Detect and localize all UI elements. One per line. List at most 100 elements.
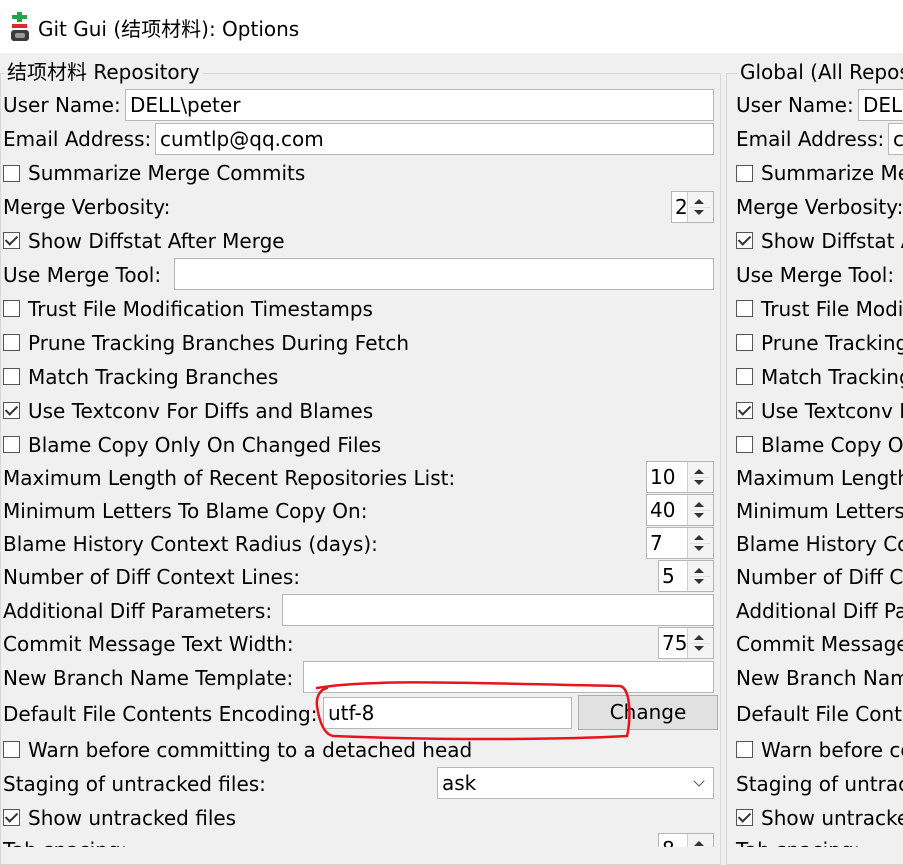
show-diffstat-label: Show Diffstat After Merge	[28, 229, 285, 253]
global-warn-detached-label: Warn before committing to a detached hea…	[761, 738, 903, 762]
prune-tracking-checkbox[interactable]	[3, 334, 20, 351]
global-encoding-label: Default File Contents Encoding:	[736, 702, 903, 726]
prune-tracking-label: Prune Tracking Branches During Fetch	[28, 331, 410, 355]
commit-width-value: 75	[662, 631, 688, 655]
global-textconv-checkbox[interactable]	[736, 402, 753, 419]
global-summarize-merge-label: Summarize Merge Commits	[761, 161, 903, 185]
staging-untracked-select[interactable]: ask	[437, 767, 714, 799]
global-blame-copy-checkbox[interactable]	[736, 436, 753, 453]
summarize-merge-label: Summarize Merge Commits	[28, 161, 306, 185]
global-user-name-label: User Name:	[736, 93, 854, 117]
global-email-input[interactable]: cumtlp@qq.com	[888, 123, 903, 155]
global-branch-template-label: New Branch Name Template:	[736, 666, 903, 690]
global-prune-tracking-label: Prune Tracking Branches During Fetch	[761, 331, 903, 355]
commit-width-label: Commit Message Text Width:	[3, 632, 294, 656]
global-diff-context-label: Number of Diff Context Lines:	[736, 565, 903, 589]
global-options-panel: Global (All Repositories) User Name: DEL…	[733, 0, 903, 847]
min-letters-label: Minimum Letters To Blame Copy On:	[3, 499, 368, 523]
change-encoding-button[interactable]: Change	[578, 695, 718, 730]
tab-size-label: Tab spacing:	[3, 838, 127, 847]
global-commit-width-label: Commit Message Text Width:	[736, 632, 903, 656]
global-prune-tracking-checkbox[interactable]	[736, 334, 753, 351]
global-match-tracking-checkbox[interactable]	[736, 368, 753, 385]
global-diff-params-label: Additional Diff Parameters:	[736, 599, 903, 623]
spin-up-icon[interactable]	[694, 199, 704, 204]
global-trust-mtime-checkbox[interactable]	[736, 300, 753, 317]
global-summarize-merge-checkbox[interactable]	[736, 165, 753, 182]
min-letters-value: 40	[650, 498, 676, 522]
global-user-name-input[interactable]: DELL\peter	[858, 89, 903, 121]
warn-detached-label: Warn before committing to a detached hea…	[28, 738, 473, 762]
textconv-label: Use Textconv For Diffs and Blames	[28, 399, 374, 423]
encoding-input[interactable]: utf-8	[323, 697, 572, 729]
diff-params-input[interactable]	[282, 594, 714, 626]
merge-verbosity-spinbox[interactable]: 2	[671, 191, 714, 223]
staging-untracked-label: Staging of untracked files:	[3, 772, 266, 796]
spin-up-icon[interactable]	[694, 502, 704, 507]
global-blame-copy-label: Blame Copy Only On Changed Files	[761, 433, 903, 457]
global-max-recent-label: Maximum Length of Recent Repositories Li…	[736, 466, 903, 490]
spin-up-icon[interactable]	[694, 841, 704, 846]
blame-copy-checkbox[interactable]	[3, 436, 20, 453]
spin-up-icon[interactable]	[694, 469, 704, 474]
blame-copy-label: Blame Copy Only On Changed Files	[28, 433, 382, 457]
spin-down-icon[interactable]	[694, 579, 704, 584]
spin-down-icon[interactable]	[694, 210, 704, 215]
summarize-merge-checkbox[interactable]	[3, 165, 20, 182]
match-tracking-checkbox[interactable]	[3, 368, 20, 385]
local-options-panel: User Name: DELL\peter Email Address: cum…	[0, 0, 722, 847]
warn-detached-checkbox[interactable]	[3, 741, 20, 758]
merge-tool-input[interactable]	[174, 258, 714, 290]
max-recent-spinbox[interactable]: 10	[646, 461, 714, 493]
global-trust-mtime-label: Trust File Modification Timestamps	[761, 297, 903, 321]
global-merge-tool-label: Use Merge Tool:	[736, 263, 895, 287]
diff-context-spinbox[interactable]: 5	[658, 560, 714, 592]
branch-template-input[interactable]	[303, 661, 714, 693]
global-blame-radius-label: Blame History Context Radius (days):	[736, 532, 903, 556]
global-tab-size-label: Tab spacing:	[736, 838, 860, 847]
spin-down-icon[interactable]	[694, 480, 704, 485]
merge-verbosity-value: 2	[675, 195, 688, 219]
user-name-input[interactable]: DELL\peter	[125, 89, 714, 121]
global-staging-untracked-label: Staging of untracked files:	[736, 772, 903, 796]
show-untracked-label: Show untracked files	[28, 806, 237, 830]
spin-down-icon[interactable]	[694, 513, 704, 518]
merge-tool-label: Use Merge Tool:	[3, 263, 162, 287]
global-textconv-label: Use Textconv For Diffs and Blames	[761, 399, 903, 423]
trust-mtime-label: Trust File Modification Timestamps	[28, 297, 373, 321]
global-show-diffstat-checkbox[interactable]	[736, 232, 753, 249]
global-merge-verbosity-label: Merge Verbosity:	[736, 195, 903, 219]
blame-radius-spinbox[interactable]: 7	[646, 527, 714, 559]
min-letters-spinbox[interactable]: 40	[646, 494, 714, 526]
global-group-title: Global (All Repositories)	[737, 60, 903, 84]
global-show-diffstat-label: Show Diffstat After Merge	[761, 229, 903, 253]
diff-context-label: Number of Diff Context Lines:	[3, 565, 300, 589]
spin-up-icon[interactable]	[694, 535, 704, 540]
max-recent-value: 10	[650, 465, 676, 489]
trust-mtime-checkbox[interactable]	[3, 300, 20, 317]
diff-params-label: Additional Diff Parameters:	[3, 599, 273, 623]
staging-untracked-value: ask	[442, 771, 477, 795]
global-warn-detached-checkbox[interactable]	[736, 741, 753, 758]
global-match-tracking-label: Match Tracking Branches	[761, 365, 903, 389]
tab-size-value: 8	[662, 834, 675, 847]
spin-up-icon[interactable]	[694, 568, 704, 573]
max-recent-label: Maximum Length of Recent Repositories Li…	[3, 466, 456, 490]
spin-down-icon[interactable]	[694, 646, 704, 651]
global-show-untracked-label: Show untracked files	[761, 806, 903, 830]
global-show-untracked-checkbox[interactable]	[736, 809, 753, 826]
spin-down-icon[interactable]	[694, 546, 704, 551]
user-name-label: User Name:	[3, 93, 121, 117]
blame-radius-value: 7	[650, 531, 663, 555]
merge-verbosity-label: Merge Verbosity:	[3, 195, 171, 219]
commit-width-spinbox[interactable]: 75	[658, 627, 714, 659]
encoding-label: Default File Contents Encoding:	[3, 702, 318, 726]
blame-radius-label: Blame History Context Radius (days):	[3, 532, 378, 556]
email-input[interactable]: cumtlp@qq.com	[155, 123, 714, 155]
spin-up-icon[interactable]	[694, 635, 704, 640]
textconv-checkbox[interactable]	[3, 402, 20, 419]
diff-context-value: 5	[662, 564, 675, 588]
show-diffstat-checkbox[interactable]	[3, 232, 20, 249]
show-untracked-checkbox[interactable]	[3, 809, 20, 826]
tab-size-spinbox[interactable]: 8	[658, 833, 714, 847]
